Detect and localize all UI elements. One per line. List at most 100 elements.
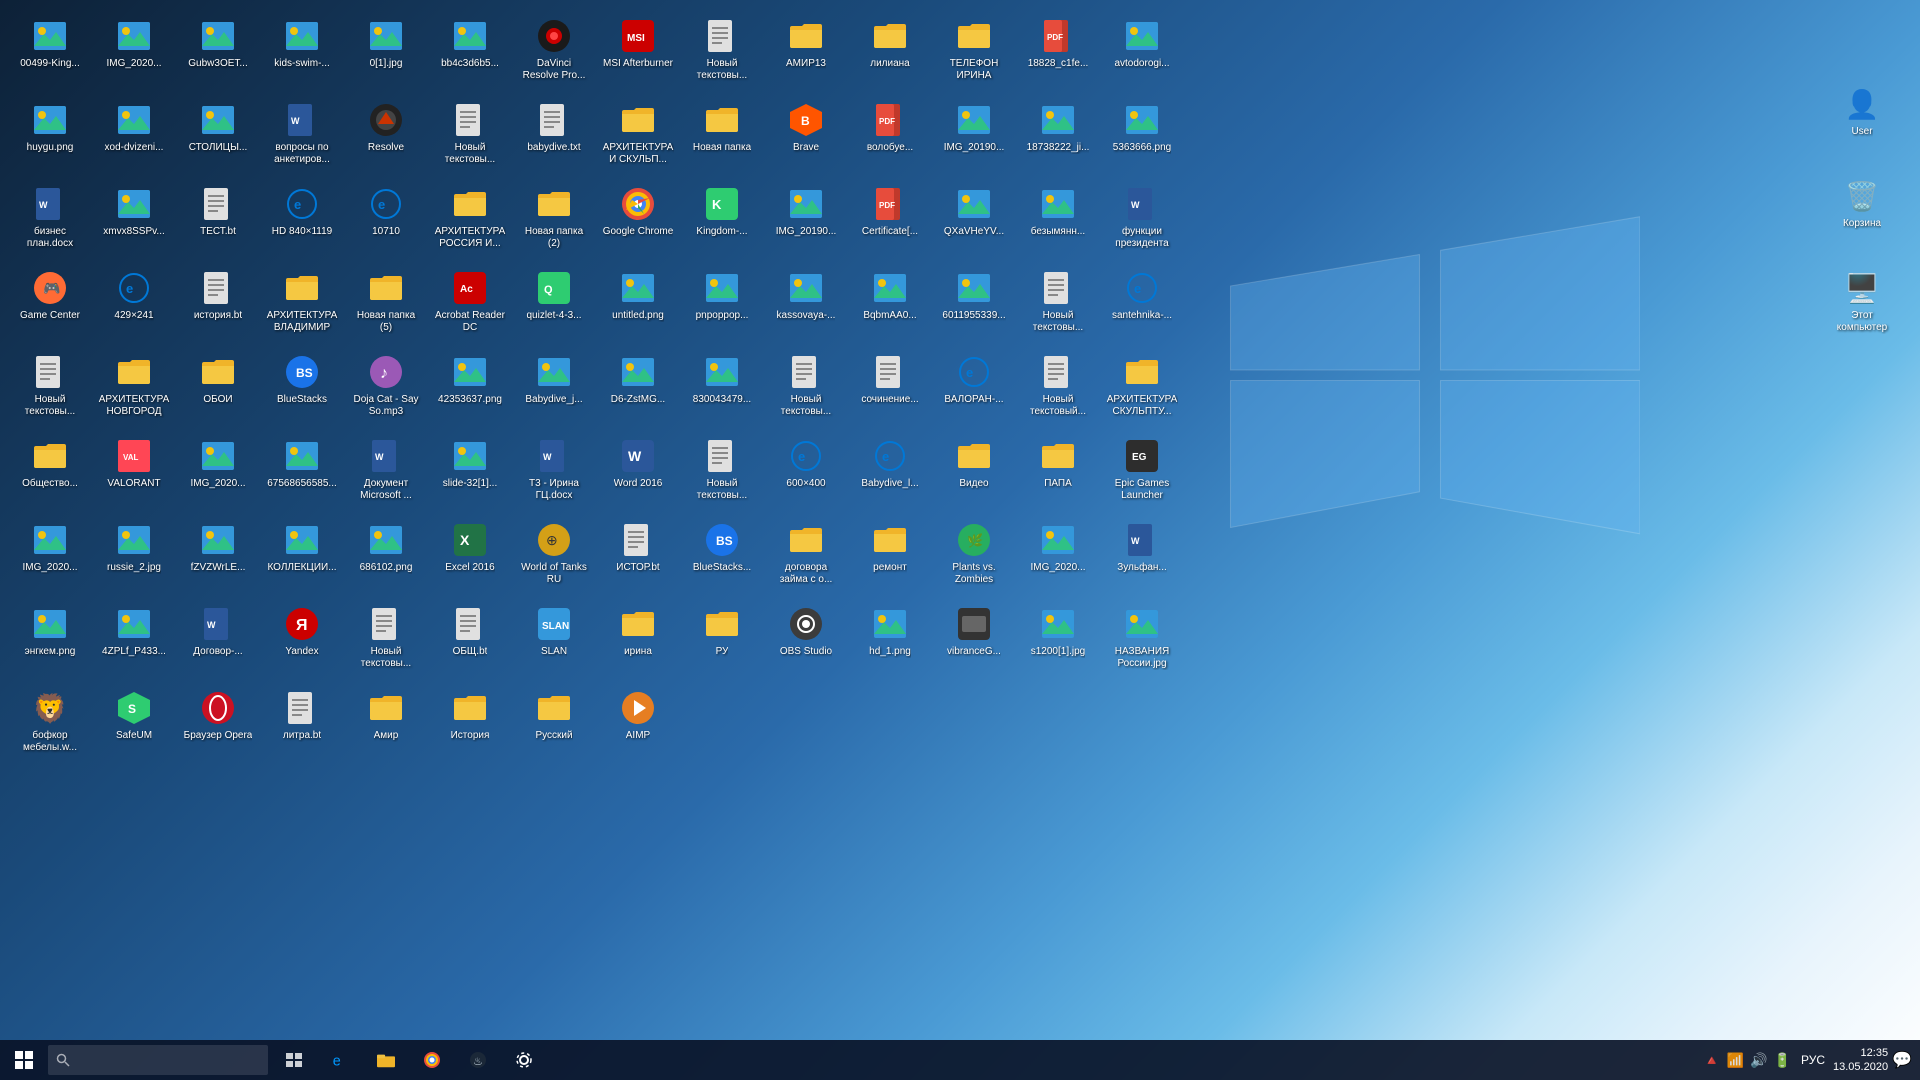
desktop-icon-tel_irina[interactable]: ТЕЛЕФОН ИРИНА: [936, 12, 1012, 92]
desktop-icon-kids[interactable]: kids-swim-...: [264, 12, 340, 92]
desktop-icon-valorant[interactable]: VAL VALORANT: [96, 432, 172, 512]
desktop-icon-avtodorogi[interactable]: avtodorogі...: [1104, 12, 1180, 92]
desktop-icon-arxitektura_vlad[interactable]: АРХИТЕКТУРА ВЛАДИМИР: [264, 264, 340, 344]
desktop-icon-istoriya[interactable]: история.bt: [180, 264, 256, 344]
taskbar-datetime[interactable]: 12:35 13.05.2020: [1833, 1046, 1888, 1075]
desktop-icon-bezymyan[interactable]: безымянн...: [1020, 180, 1096, 260]
desktop-icon-resolve[interactable]: Resolve: [348, 96, 424, 176]
desktop-icon-ry[interactable]: РУ: [684, 600, 760, 680]
desktop-icon-boscor[interactable]: 🦁 бофкор мебелы.w...: [12, 684, 88, 764]
desktop-icon-litra[interactable]: литра.bt: [264, 684, 340, 764]
desktop-icon-new_txt3[interactable]: Новый текстовы...: [1020, 264, 1096, 344]
desktop-icon-russie2[interactable]: russie_2.jpg: [96, 516, 172, 596]
desktop-icon-qxavheyv[interactable]: QXaVHeYV...: [936, 180, 1012, 260]
desktop-icon-obshchestvo[interactable]: Общество...: [12, 432, 88, 512]
desktop-icon-untitled[interactable]: untitled.png: [600, 264, 676, 344]
desktop-icon-safeup[interactable]: S SafeUM: [96, 684, 172, 764]
desktop-icon-russky[interactable]: Русский: [516, 684, 592, 764]
desktop-icon-new_txt8[interactable]: Новый текстовы...: [348, 600, 424, 680]
notification-center[interactable]: 💬: [1892, 1050, 1912, 1070]
desktop-icon-18738222[interactable]: 18738222_ji...: [1020, 96, 1096, 176]
desktop-icon-gubw[interactable]: Gubw3OET...: [180, 12, 256, 92]
desktop-icon-quizlet[interactable]: Q quizlet-4-3...: [516, 264, 592, 344]
desktop-icon-new_txt5[interactable]: Новый текстовы...: [768, 348, 844, 428]
taskbar-settings[interactable]: [502, 1040, 546, 1080]
desktop-icon-word2016[interactable]: W Word 2016: [600, 432, 676, 512]
desktop-icon-IMG_2019_1[interactable]: IMG_20190...: [936, 96, 1012, 176]
desktop-icon-hd1[interactable]: hd_1.png: [852, 600, 928, 680]
desktop-icon-worldoftanks[interactable]: ⊕ World of Tanks RU: [516, 516, 592, 596]
desktop-icon-arxitektura_skulp2[interactable]: АРХИТЕКТУРА СКУЛЬПТУ...: [1104, 348, 1180, 428]
desktop-icon-4ZPLf_P433[interactable]: 4ZPLf_P433...: [96, 600, 172, 680]
tray-up-arrow[interactable]: 🔺: [1703, 1052, 1720, 1069]
desktop-icon-dokument_ms[interactable]: W Документ Microsoft ...: [348, 432, 424, 512]
taskbar-file-explorer[interactable]: [364, 1040, 408, 1080]
desktop-icon-830043479[interactable]: 830043479...: [684, 348, 760, 428]
desktop-icon-game_center[interactable]: 🎮 Game Center: [12, 264, 88, 344]
desktop-icon-istoriya_f[interactable]: История: [432, 684, 508, 764]
desktop-icon-google_chrome[interactable]: Google Chrome: [600, 180, 676, 260]
desktop-icon-acrobat[interactable]: Ac Acrobat Reader DC: [432, 264, 508, 344]
desktop-icon-pnpoprop[interactable]: pnpopроp...: [684, 264, 760, 344]
desktop-icon-new_txt6[interactable]: Новый текстовый...: [1020, 348, 1096, 428]
desktop-icon-IMG_2020_1[interactable]: IMG_2020...: [96, 12, 172, 92]
desktop-icon-stoliczi[interactable]: СТОЛИЦЫ...: [180, 96, 256, 176]
desktop-icon-obsh[interactable]: ОБЩ.bt: [432, 600, 508, 680]
desktop-icon-santehnika[interactable]: e santehnika-...: [1104, 264, 1180, 344]
desktop-icon-biznes_plan[interactable]: W бизнес план.docx: [12, 180, 88, 260]
taskbar-chrome[interactable]: [410, 1040, 454, 1080]
desktop-icon-engkem[interactable]: энгкем.png: [12, 600, 88, 680]
desktop-icon-slan[interactable]: SLAN SLAN: [516, 600, 592, 680]
desktop-icon-excel2016[interactable]: X Excel 2016: [432, 516, 508, 596]
desktop-icon-liliana[interactable]: лилиана: [852, 12, 928, 92]
desktop-icon-nazvaniia[interactable]: НАЗВАНИЯ России.jpg: [1104, 600, 1180, 680]
desktop-icon-novaya_papka5[interactable]: Новая папка (5): [348, 264, 424, 344]
taskbar-task-view[interactable]: [272, 1040, 316, 1080]
desktop-icon-opera[interactable]: Браузер Opera: [180, 684, 256, 764]
battery-icon[interactable]: 🔋: [1774, 1052, 1791, 1069]
desktop-icon-IMG_2019_2[interactable]: IMG_20190...: [768, 180, 844, 260]
desktop-icon-dogovor[interactable]: договора займа с о...: [768, 516, 844, 596]
desktop-icon-huygu[interactable]: huygu.png: [12, 96, 88, 176]
desktop-icon-msi[interactable]: MSI MSI Afterburner: [600, 12, 676, 92]
desktop-icon-irina_f[interactable]: ирина: [600, 600, 676, 680]
desktop-icon-10710[interactable]: e 10710: [348, 180, 424, 260]
desktop-icon-arxitektura_skulp[interactable]: АРХИТЕКТУРА И СКУЛЬП...: [600, 96, 676, 176]
desktop-icon-686102[interactable]: 686102.png: [348, 516, 424, 596]
desktop-icon-kingdom[interactable]: K Kingdom-...: [684, 180, 760, 260]
desktop-icon-slide32[interactable]: slide-32[1]...: [432, 432, 508, 512]
desktop-icon-novaya_papka[interactable]: Новая папка: [684, 96, 760, 176]
desktop-icon-oboi[interactable]: ОБОИ: [180, 348, 256, 428]
desktop-icon-xmvx8SSPv[interactable]: xmvx8SSPv...: [96, 180, 172, 260]
desktop-icon-00499[interactable]: 00499-King...: [12, 12, 88, 92]
desktop-icon-arxitektura_rossiya[interactable]: АРХИТЕКТУРА РОССИЯ И...: [432, 180, 508, 260]
desktop-icon-amir13[interactable]: АМИР13: [768, 12, 844, 92]
taskbar-search[interactable]: [48, 1045, 268, 1075]
volume-icon[interactable]: 🔊: [1750, 1052, 1767, 1069]
desktop-icon-volobuje[interactable]: PDF волобуе...: [852, 96, 928, 176]
taskbar-steam[interactable]: ♨: [456, 1040, 500, 1080]
desktop-icon-voprosy[interactable]: W вопросы по анкетиров...: [264, 96, 340, 176]
desktop-icon-_429x241[interactable]: e 429×241: [96, 264, 172, 344]
desktop-icon-6011955339[interactable]: 6011955339...: [936, 264, 1012, 344]
desktop-icon-IMG_2020_4[interactable]: IMG_2020...: [1020, 516, 1096, 596]
desktop-icon-HD840[interactable]: e HD 840×1119: [264, 180, 340, 260]
desktop-icon-obs[interactable]: OBS Studio: [768, 600, 844, 680]
desktop-icon-new_txt2[interactable]: Новый текстовы...: [432, 96, 508, 176]
desktop-icon-t3_irina[interactable]: W Т3 - Ирина ГЦ.docx: [516, 432, 592, 512]
desktop-icon-IMG_2020_3[interactable]: IMG_2020...: [12, 516, 88, 596]
desktop-icon-kassovaya[interactable]: kassovaya-...: [768, 264, 844, 344]
desktop-icon-user[interactable]: 👤 User: [1824, 80, 1900, 152]
desktop-icon-pvz[interactable]: 🌿 Plants vs. Zombies: [936, 516, 1012, 596]
desktop-icon-new_txt7[interactable]: Новый текстовы...: [684, 432, 760, 512]
taskbar-edge[interactable]: e: [318, 1040, 362, 1080]
desktop-icon-doja[interactable]: ♪ Doja Cat - Say So.mp3: [348, 348, 424, 428]
desktop-icon-valorant_txt[interactable]: e ВАЛОРАН-...: [936, 348, 1012, 428]
desktop-icon-fzvzwrle[interactable]: fZVZWrLE...: [180, 516, 256, 596]
desktop-icon-babydive_j[interactable]: Babydive_j...: [516, 348, 592, 428]
desktop-icon-funktsii[interactable]: W функции президента: [1104, 180, 1180, 260]
desktop-icon-IMG_2020_2[interactable]: IMG_2020...: [180, 432, 256, 512]
desktop-icon-arxitektura_novgorod[interactable]: АРХИТЕКТУРА НОВГОРОД: [96, 348, 172, 428]
desktop-icon-amir_f[interactable]: Амир: [348, 684, 424, 764]
desktop-icon-yandex[interactable]: Я Yandex: [264, 600, 340, 680]
